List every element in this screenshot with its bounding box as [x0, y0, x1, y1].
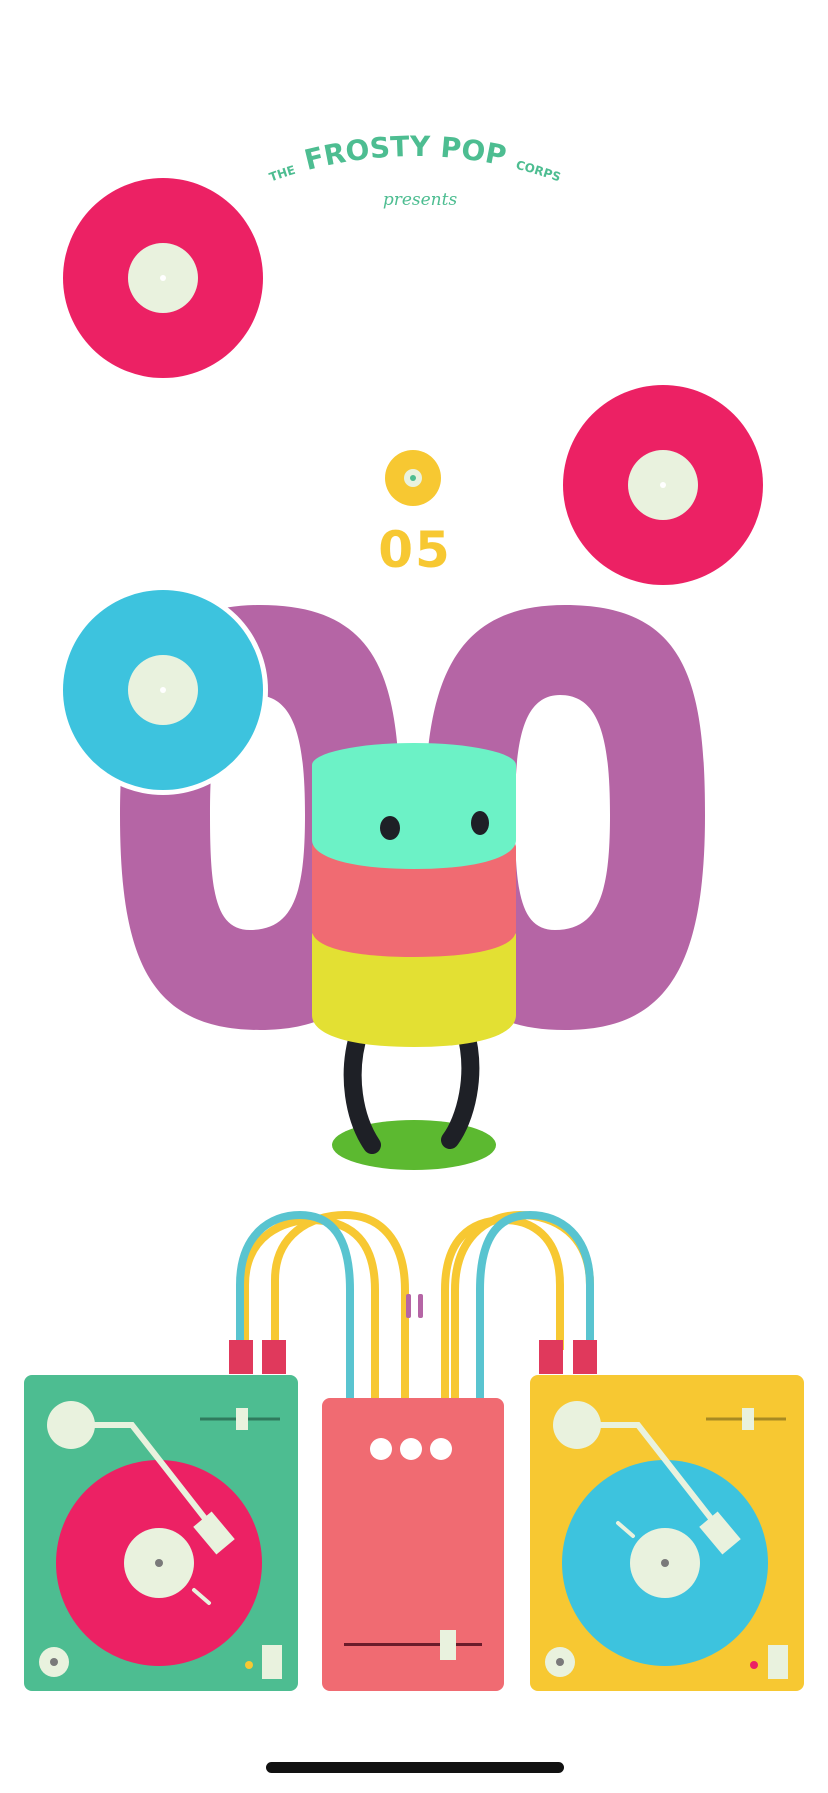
pause-button[interactable] — [404, 1292, 430, 1322]
mixer-knob-3[interactable] — [430, 1438, 452, 1460]
mixer-knob-1[interactable] — [370, 1438, 392, 1460]
crossfader-handle[interactable] — [440, 1630, 456, 1660]
player-character[interactable] — [300, 735, 530, 1175]
brand-corps: CORPS — [515, 158, 563, 185]
brand-presents: presents — [383, 190, 458, 210]
record-pink-right[interactable] — [563, 385, 763, 585]
coin-score: 05 — [378, 521, 452, 579]
coin-icon — [385, 450, 441, 506]
brand-name: FROSTY POP — [301, 130, 509, 177]
home-indicator[interactable] — [266, 1762, 564, 1773]
mixer — [322, 1398, 504, 1691]
record-blue-left[interactable] — [58, 585, 268, 795]
turntable-right[interactable] — [530, 1375, 804, 1691]
mixer-knob-2[interactable] — [400, 1438, 422, 1460]
brand-the: THE — [267, 163, 297, 185]
turntable-left[interactable] — [24, 1375, 298, 1691]
record-pink-left[interactable] — [63, 178, 263, 378]
svg-text:THE FROSTY POP COR: THE FROSTY POP CORPS — [267, 130, 562, 185]
crossfader-track — [344, 1643, 482, 1646]
pause-icon — [406, 1294, 411, 1318]
